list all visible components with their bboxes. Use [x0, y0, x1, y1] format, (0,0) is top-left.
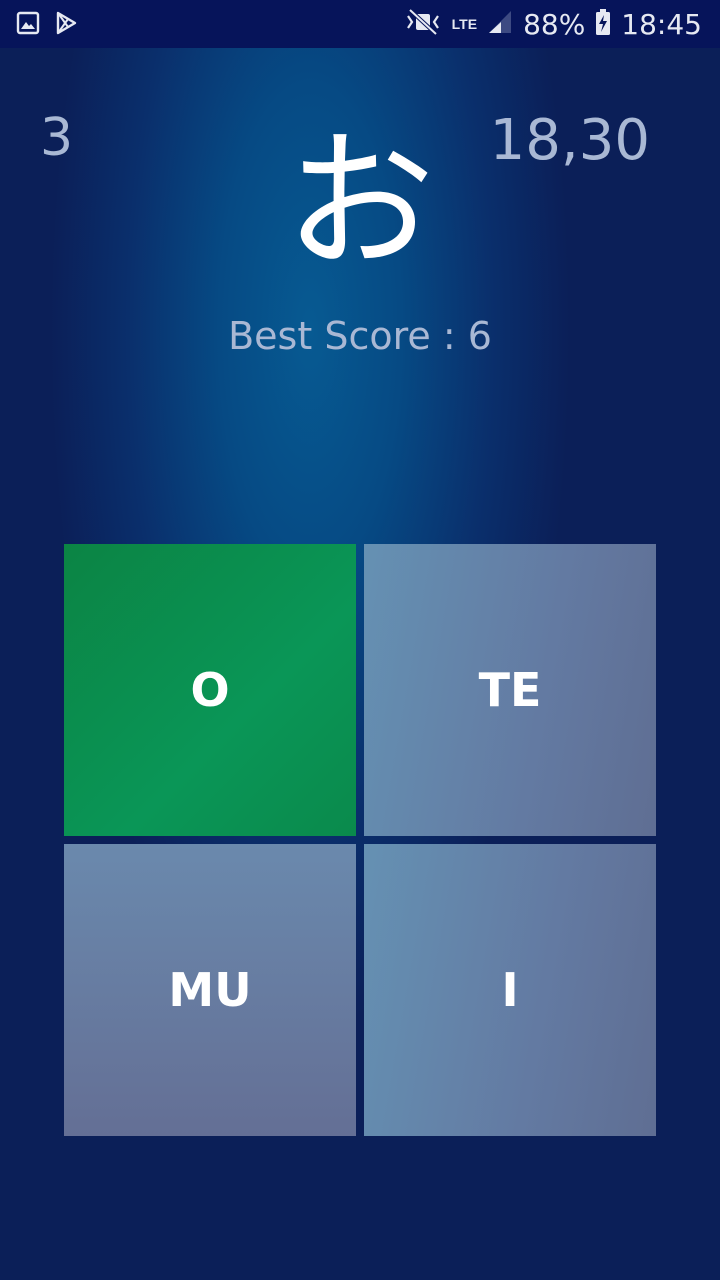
status-right: LTE 88% 18:45: [404, 0, 702, 48]
play-store-icon: [54, 10, 78, 41]
clock: 18:45: [621, 7, 702, 41]
status-bar: LTE 88% 18:45: [0, 0, 720, 48]
status-left: [16, 10, 78, 41]
answer-button-te[interactable]: TE: [364, 544, 656, 836]
mute-icon: [404, 8, 442, 41]
answer-label: I: [501, 963, 519, 1017]
answer-label: TE: [478, 663, 542, 717]
answer-label: O: [190, 663, 230, 717]
answer-label: MU: [168, 963, 252, 1017]
battery-percent: 88%: [523, 7, 586, 41]
best-score: Best Score : 6: [228, 314, 492, 358]
battery-charging-icon: [595, 8, 611, 41]
answer-button-mu[interactable]: MU: [64, 844, 356, 1136]
answer-button-o[interactable]: O: [64, 544, 356, 836]
gallery-icon: [16, 10, 40, 41]
answer-button-i[interactable]: I: [364, 844, 656, 1136]
signal-icon: [487, 9, 513, 40]
kana-character: お: [284, 116, 435, 290]
lte-indicator: LTE: [451, 16, 478, 32]
